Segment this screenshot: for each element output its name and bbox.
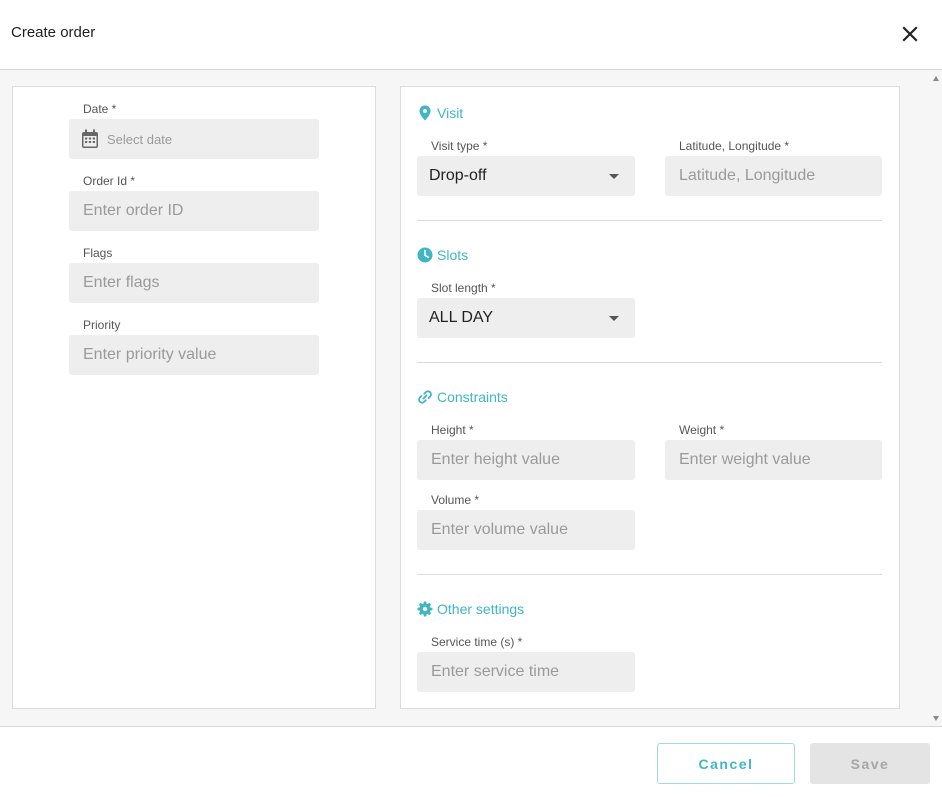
- other-settings-section-title: Other settings: [417, 601, 524, 617]
- section-divider: [417, 574, 882, 575]
- section-divider: [417, 220, 882, 221]
- volume-field[interactable]: [417, 510, 635, 550]
- order-id-input[interactable]: [69, 191, 319, 231]
- chevron-down-icon: [609, 315, 619, 321]
- lat-lng-field[interactable]: [665, 156, 882, 196]
- slots-title-text: Slots: [437, 247, 469, 263]
- date-picker[interactable]: [69, 119, 319, 159]
- constraints-section-title: Constraints: [417, 389, 508, 405]
- panel-scrollbar[interactable]: [899, 87, 900, 709]
- height-input[interactable]: [417, 440, 635, 480]
- dialog-header: Create order: [0, 0, 942, 70]
- order-settings-panel: Visit Visit type * Drop-off Latitude, Lo…: [400, 86, 900, 709]
- visit-type-select[interactable]: Drop-off: [417, 156, 635, 196]
- priority-label: Priority: [83, 318, 121, 332]
- slot-length-select[interactable]: ALL DAY: [417, 298, 635, 338]
- visit-type-value: Drop-off: [429, 167, 487, 184]
- close-icon: [901, 25, 918, 42]
- service-time-field[interactable]: [417, 652, 635, 692]
- lat-lng-input[interactable]: [665, 156, 882, 196]
- service-time-input[interactable]: [417, 652, 635, 692]
- priority-input[interactable]: [69, 335, 319, 375]
- order-id-label: Order Id *: [83, 174, 136, 188]
- lat-lng-label: Latitude, Longitude *: [679, 139, 790, 153]
- slot-length-value: ALL DAY: [429, 309, 494, 326]
- close-button[interactable]: [896, 20, 923, 47]
- scroll-down-arrow-icon[interactable]: [933, 716, 939, 721]
- weight-field[interactable]: [665, 440, 882, 480]
- order-details-panel: Date * Order Id *: [12, 86, 376, 709]
- scroll-up-arrow-icon[interactable]: [933, 76, 939, 81]
- chevron-down-icon: [609, 173, 619, 179]
- priority-field[interactable]: [69, 335, 319, 375]
- calendar-icon: [81, 129, 99, 149]
- volume-input[interactable]: [417, 510, 635, 550]
- height-field[interactable]: [417, 440, 635, 480]
- dialog-scrollbar[interactable]: [930, 70, 942, 726]
- gear-icon: [417, 601, 433, 617]
- constraints-title-text: Constraints: [437, 389, 508, 405]
- flags-input[interactable]: [69, 263, 319, 303]
- height-label: Height *: [431, 423, 474, 437]
- service-time-label: Service time (s) *: [431, 635, 523, 649]
- date-label: Date *: [83, 102, 117, 116]
- weight-label: Weight *: [679, 423, 725, 437]
- slot-length-label: Slot length *: [431, 281, 496, 295]
- visit-type-label: Visit type *: [431, 139, 488, 153]
- cancel-button[interactable]: Cancel: [657, 743, 795, 784]
- location-pin-icon: [417, 105, 433, 121]
- dialog-title: Create order: [11, 24, 96, 41]
- date-input[interactable]: [99, 119, 319, 159]
- order-id-field[interactable]: [69, 191, 319, 231]
- flags-field[interactable]: [69, 263, 319, 303]
- volume-label: Volume *: [431, 493, 480, 507]
- clock-icon: [417, 247, 433, 263]
- visit-section-title: Visit: [417, 105, 463, 121]
- other-settings-title-text: Other settings: [437, 601, 525, 617]
- flags-label: Flags: [83, 246, 113, 260]
- save-button[interactable]: Save: [810, 743, 930, 784]
- section-divider: [417, 362, 882, 363]
- visit-title-text: Visit: [437, 105, 464, 121]
- dialog-body: Date * Order Id *: [0, 70, 942, 726]
- dialog-footer: Cancel Save: [0, 726, 942, 797]
- weight-input[interactable]: [665, 440, 882, 480]
- link-icon: [417, 389, 433, 405]
- slots-section-title: Slots: [417, 247, 468, 263]
